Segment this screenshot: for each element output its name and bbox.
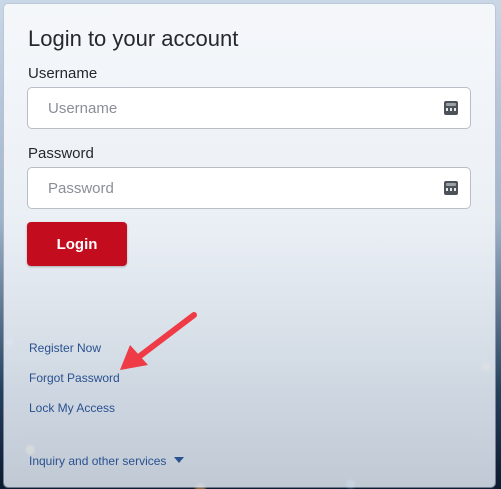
login-button[interactable]: Login [27,222,127,266]
page-title: Login to your account [28,26,239,51]
username-field [27,87,471,129]
password-field [27,167,471,209]
login-panel: Login to your account Username Password … [4,4,495,487]
register-now-link[interactable]: Register Now [29,341,101,355]
inquiry-dropdown[interactable]: Inquiry and other services [29,454,185,468]
username-input[interactable] [28,88,470,128]
red-pointer-arrow-icon [120,312,197,370]
inquiry-label: Inquiry and other services [29,454,167,468]
password-manager-key-icon[interactable] [444,181,458,195]
password-label: Password [28,145,94,162]
forgot-password-link[interactable]: Forgot Password [29,371,120,385]
caret-down-icon [174,457,185,463]
password-manager-key-icon[interactable] [444,101,458,115]
divider [26,433,474,434]
username-label: Username [28,65,98,82]
password-input[interactable] [28,168,470,208]
lock-my-access-link[interactable]: Lock My Access [29,401,115,415]
